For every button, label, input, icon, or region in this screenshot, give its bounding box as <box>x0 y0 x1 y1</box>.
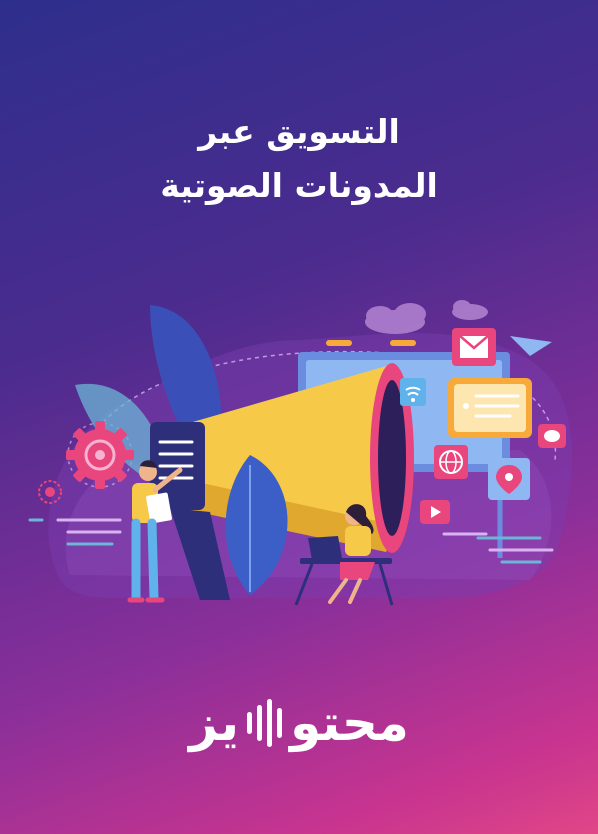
mail-icon <box>452 328 496 366</box>
sound-wave-icon <box>247 698 283 748</box>
brand-logo: يز محتو <box>0 688 598 758</box>
cloud-icon <box>365 303 426 334</box>
gear-icon <box>66 421 134 489</box>
billboard-light <box>326 340 352 346</box>
globe-icon <box>434 445 468 479</box>
book-cover: التسويق عبر المدونات الصوتية يز محتو <box>0 0 598 834</box>
title-line-1: التسويق عبر <box>198 112 400 151</box>
play-icon <box>420 500 450 524</box>
logo-word-left: يز <box>189 694 240 752</box>
cloud-icon <box>452 300 488 320</box>
laptop-icon <box>308 536 342 560</box>
info-card <box>448 378 532 438</box>
billboard-light <box>390 340 416 346</box>
wifi-icon <box>400 378 426 406</box>
logo-word-right: محتو <box>290 694 409 752</box>
title-line-2: المدونات الصوتية <box>160 166 438 205</box>
marketing-illustration <box>28 300 572 606</box>
chat-icon <box>538 424 566 448</box>
